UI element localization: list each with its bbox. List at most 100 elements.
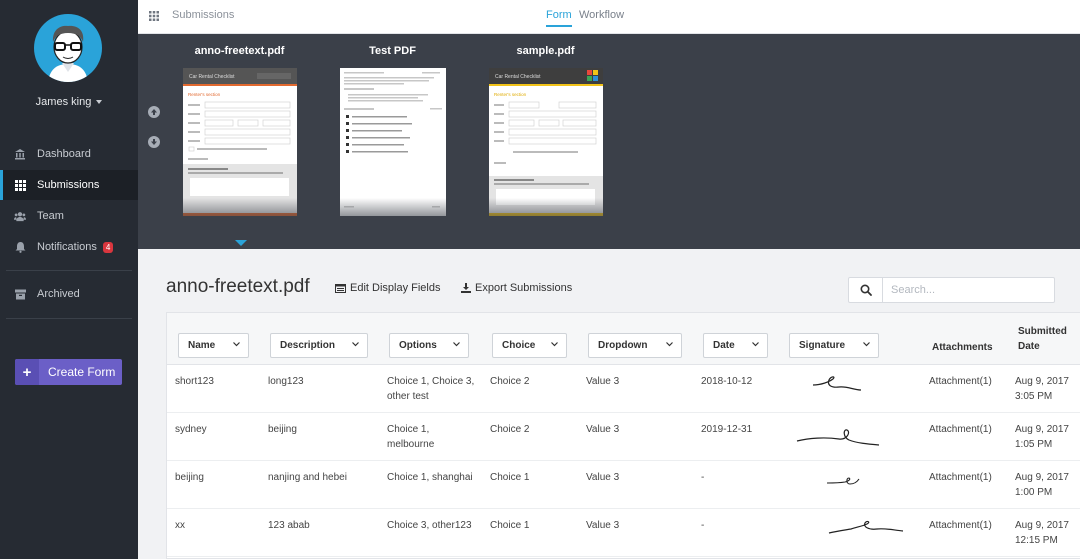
column-header-dropdown[interactable]: Dropdown [588, 333, 682, 358]
document-thumbnail[interactable]: Car Rental Checklist Renter's section [488, 68, 603, 216]
submitted-date: Aug 9, 2017 [1015, 520, 1069, 531]
cell-options: Choice 1, melbourne [387, 424, 435, 450]
list-icon [335, 283, 346, 293]
search-button[interactable] [849, 278, 883, 302]
cell-choice: Choice 2 [490, 376, 530, 387]
column-header-submitted-date: Submitted Date [1018, 326, 1067, 352]
cell-description: 123 abab [268, 520, 310, 531]
column-header-label: Signature [799, 340, 846, 351]
column-header-label: Choice [502, 340, 536, 351]
sidebar-item-team[interactable]: Team [0, 201, 138, 231]
thumbnail-fade [339, 198, 446, 216]
cell-attachments[interactable]: Attachment(1) [929, 518, 992, 533]
column-header-label: Options [399, 340, 437, 351]
signature-image [828, 520, 904, 534]
cell-options: Choice 1, Choice 3, other test [387, 376, 475, 402]
arrow-down-icon[interactable] [148, 136, 160, 148]
column-header-options[interactable]: Options [389, 333, 469, 358]
sidebar-item-submissions[interactable]: Submissions [0, 170, 138, 200]
submissions-table: Name Description Options Choice Dropdown… [166, 312, 1080, 559]
search-input[interactable] [883, 278, 1054, 302]
chevron-down-icon [752, 342, 759, 347]
cell-name: xx [175, 520, 185, 531]
cell-attachments[interactable]: Attachment(1) [929, 422, 992, 437]
sidebar-item-label: Dashboard [37, 148, 91, 160]
bell-icon [14, 241, 26, 253]
signature-image [796, 429, 880, 446]
sidebar-item-dashboard[interactable]: Dashboard [0, 139, 138, 169]
sidebar-item-archived[interactable]: Archived [0, 279, 138, 309]
document-card[interactable]: Test PDF [335, 45, 450, 216]
submitted-time: 1:00 PM [1015, 487, 1053, 498]
user-avatar[interactable] [34, 14, 102, 82]
table-row[interactable]: short123 long123 Choice 1, Choice 3, oth… [167, 365, 1080, 413]
cell-name: sydney [175, 424, 207, 435]
cell-choice: Choice 1 [490, 472, 530, 483]
table-row[interactable]: beijing nanjing and hebei Choice 1, shan… [167, 461, 1080, 509]
cell-options: Choice 1, shanghai [387, 472, 473, 483]
cell-attachments[interactable]: Attachment(1) [929, 374, 992, 389]
submitted-date: Aug 9, 2017 [1015, 472, 1069, 483]
column-header-label: Date [713, 340, 735, 351]
document-thumbnail[interactable] [339, 68, 446, 216]
cell-dropdown: Value 3 [586, 472, 620, 483]
top-bar: Submissions Form Workflow [138, 0, 1080, 34]
sidebar-item-notifications[interactable]: Notifications 4 [0, 232, 138, 262]
cell-date: - [701, 520, 705, 531]
document-card[interactable]: sample.pdf Car Rental Checklist Renter's… [488, 45, 603, 216]
cell-attachments[interactable]: Attachment(1) [929, 470, 992, 485]
document-thumbnail[interactable]: Car Rental Checklist Renter's section [182, 68, 297, 216]
column-header-label: Dropdown [598, 340, 648, 351]
table-row[interactable]: sydney beijing Choice 1, melbourne Choic… [167, 413, 1080, 461]
sidebar-divider [6, 270, 132, 271]
column-header-choice[interactable]: Choice [492, 333, 567, 358]
cell-submitted-date: Aug 9, 2017 1:05 PM [1015, 422, 1069, 452]
column-header-attachments: Attachments [932, 342, 993, 353]
cell-choice: Choice 2 [490, 424, 530, 435]
edit-display-fields-button[interactable]: Edit Display Fields [335, 282, 440, 294]
sidebar-item-label: Submissions [37, 179, 100, 191]
document-card[interactable]: anno-freetext.pdf Car Rental Checklist R… [182, 45, 297, 216]
download-icon [461, 283, 471, 293]
thumbnail-heading: Car Rental Checklist [495, 74, 541, 80]
tab-workflow[interactable]: Workflow [579, 9, 624, 21]
signature-image [812, 376, 862, 391]
cell-name: short123 [175, 376, 214, 387]
chevron-down-icon [352, 342, 359, 347]
cell-choice: Choice 1 [490, 520, 530, 531]
table-row[interactable]: xx 123 abab Choice 3, other123 Choice 1 … [167, 509, 1080, 557]
cell-description: beijing [268, 424, 297, 435]
archive-icon [14, 288, 26, 300]
submissions-panel: anno-freetext.pdf Edit Display Fields Ex… [138, 249, 1080, 559]
submitted-time: 12:15 PM [1015, 535, 1058, 546]
arrow-up-icon[interactable] [148, 106, 160, 118]
breadcrumb[interactable]: Submissions [172, 9, 234, 21]
create-form-button[interactable]: + Create Form [15, 359, 122, 385]
table-header: Name Description Options Choice Dropdown… [167, 313, 1080, 365]
cell-dropdown: Value 3 [586, 520, 620, 531]
cell-date: 2019-12-31 [701, 424, 753, 435]
selected-document-pointer [235, 240, 247, 246]
document-title: anno-freetext.pdf [194, 45, 285, 57]
tab-form[interactable]: Form [546, 9, 572, 27]
apps-grid-icon[interactable] [149, 10, 159, 24]
column-header-signature[interactable]: Signature [789, 333, 879, 358]
thumbnail-heading: Car Rental Checklist [189, 74, 235, 80]
submitted-time: 3:05 PM [1015, 391, 1053, 402]
grid-icon [14, 179, 26, 191]
column-header-description[interactable]: Description [270, 333, 368, 358]
user-name: James king [35, 96, 92, 108]
cell-description: long123 [268, 376, 304, 387]
cell-options: Choice 3, other123 [387, 520, 472, 531]
create-form-label: Create Form [48, 365, 116, 379]
export-submissions-label: Export Submissions [475, 282, 573, 294]
export-submissions-button[interactable]: Export Submissions [461, 282, 572, 294]
submitted-time: 1:05 PM [1015, 439, 1053, 450]
column-header-date[interactable]: Date [703, 333, 768, 358]
user-menu[interactable]: James king [0, 96, 138, 108]
submitted-date: Aug 9, 2017 [1015, 424, 1069, 435]
sidebar-item-label: Team [37, 210, 64, 222]
chevron-down-icon [551, 342, 558, 347]
column-header-name[interactable]: Name [178, 333, 249, 358]
sidebar-item-label: Notifications [37, 241, 97, 253]
